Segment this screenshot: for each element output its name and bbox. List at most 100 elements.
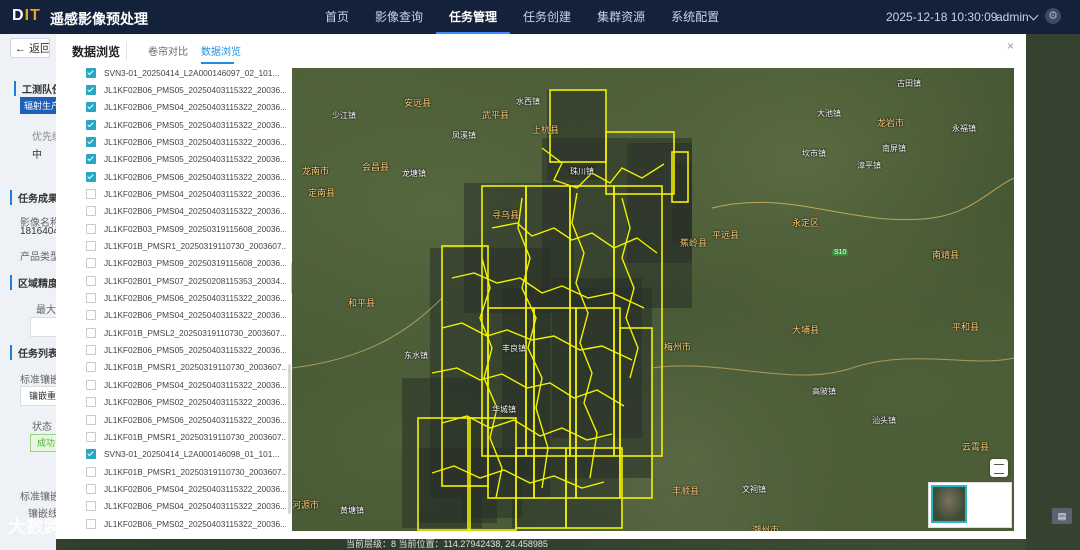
image-checkbox[interactable] bbox=[86, 84, 96, 95]
map-town-label: 高陂镇 bbox=[812, 387, 836, 396]
map-city-label: 平和县 bbox=[952, 322, 980, 332]
image-list-item[interactable]: SVN3-01_20250414_L2A000146098_01_101... bbox=[86, 446, 286, 463]
image-list-item[interactable]: JL1KF01B_PMSR1_20250319110730_2003607... bbox=[86, 359, 286, 376]
image-name-label: JL1KF02B06_PMS04_20250403115322_20036... bbox=[104, 483, 286, 494]
image-name-label: JL1KF02B06_PMS03_20250403115322_20036... bbox=[104, 136, 286, 147]
image-list-item[interactable]: JL1KF02B06_PMS04_20250403115322_20036... bbox=[86, 307, 286, 324]
image-list-item[interactable]: JL1KF02B06_PMS02_20250403115322_20036... bbox=[86, 515, 286, 532]
image-checkbox[interactable] bbox=[86, 67, 96, 78]
image-checkbox[interactable] bbox=[86, 275, 96, 286]
image-list-item[interactable]: JL1KF02B06_PMS02_20250403115322_20036... bbox=[86, 394, 286, 411]
image-checkbox[interactable] bbox=[86, 102, 96, 113]
image-checkbox[interactable] bbox=[86, 466, 96, 477]
image-checkbox[interactable] bbox=[86, 362, 96, 373]
image-checkbox[interactable] bbox=[86, 310, 96, 321]
layers-icon[interactable]: ▤ bbox=[1052, 508, 1072, 524]
image-checkbox[interactable] bbox=[86, 397, 96, 408]
image-list-item[interactable]: JL1KF02B06_PMS04_20250403115322_20036... bbox=[86, 498, 286, 515]
image-list-item[interactable]: JL1KF01B_PMSL2_20250319110730_2003607... bbox=[86, 324, 286, 341]
imagery-tile bbox=[672, 163, 692, 243]
tab-data-browse[interactable]: 数据浏览 bbox=[201, 43, 241, 58]
nav-item-task-create[interactable]: 任务创建 bbox=[510, 0, 584, 34]
image-checkbox[interactable] bbox=[86, 449, 96, 460]
image-name-label: JL1KF02B06_PMS05_20250403115322_20036... bbox=[104, 84, 286, 95]
image-list-item[interactable]: JL1KF02B06_PMS06_20250403115322_20036... bbox=[86, 290, 286, 307]
image-name-label: JL1KF02B06_PMS06_20250403115322_20036... bbox=[104, 293, 286, 304]
close-icon[interactable]: × bbox=[1007, 39, 1014, 53]
map-town-label: 汕头镇 bbox=[872, 416, 896, 425]
image-list-item[interactable]: JL1KF02B06_PMS06_20250403115322_20036... bbox=[86, 168, 286, 185]
mosaic-select[interactable]: 镶嵌重 bbox=[20, 386, 56, 406]
gear-icon[interactable]: ⚙ bbox=[1045, 8, 1061, 24]
list-scrollbar[interactable] bbox=[288, 364, 291, 514]
map-town-label: 龙塘镇 bbox=[402, 169, 426, 178]
map-city-label: 和平县 bbox=[348, 298, 376, 308]
image-checkbox[interactable] bbox=[86, 431, 96, 442]
image-name-label: JL1KF02B06_PMS04_20250403115322_20036... bbox=[104, 379, 286, 390]
chevron-down-icon[interactable] bbox=[1028, 10, 1039, 21]
image-checkbox[interactable] bbox=[86, 518, 96, 529]
main-nav: 首页 影像查询 任务管理 任务创建 集群资源 系统配置 bbox=[312, 0, 732, 34]
image-name-label: JL1KF02B06_PMS05_20250403115322_20036... bbox=[104, 154, 286, 165]
max-value-field[interactable] bbox=[30, 317, 56, 337]
image-list-item[interactable]: JL1KF02B06_PMS06_20250403115322_20036... bbox=[86, 411, 286, 428]
nav-item-system-config[interactable]: 系统配置 bbox=[658, 0, 732, 34]
nav-item-task-management[interactable]: 任务管理 bbox=[436, 0, 511, 34]
image-list-item[interactable]: JL1KF02B01_PMS07_20250208115353_20034... bbox=[86, 272, 286, 289]
image-checkbox[interactable] bbox=[86, 501, 96, 512]
image-list-item[interactable]: JL1KF02B06_PMS03_20250403115322_20036... bbox=[86, 133, 286, 150]
image-checkbox[interactable] bbox=[86, 379, 96, 390]
image-name-label: JL1KF01B_PMSR1_20250319110730_2003607... bbox=[104, 362, 286, 373]
image-checkbox[interactable] bbox=[86, 119, 96, 130]
image-list-item[interactable]: JL1KF01B_PMSR1_20250319110730_2003607... bbox=[86, 428, 286, 445]
nav-item-home[interactable]: 首页 bbox=[312, 0, 362, 34]
image-list-item[interactable]: JL1KF02B06_PMS05_20250403115322_20036... bbox=[86, 81, 286, 98]
image-list-item[interactable]: JL1KF02B06_PMS04_20250403115322_20036... bbox=[86, 203, 286, 220]
image-checkbox[interactable] bbox=[86, 241, 96, 251]
image-checkbox[interactable] bbox=[86, 345, 96, 356]
image-list-item[interactable]: JL1KF02B03_PMS09_20250319115608_20036... bbox=[86, 220, 286, 237]
back-button[interactable]: ← 返回 bbox=[10, 38, 50, 58]
section-region-accuracy: 区域精度 bbox=[10, 275, 56, 290]
image-checkbox[interactable] bbox=[86, 223, 96, 234]
image-checkbox[interactable] bbox=[86, 327, 96, 338]
image-list-item[interactable]: JL1KF02B06_PMS05_20250403115322_20036... bbox=[86, 116, 286, 133]
nav-item-image-query[interactable]: 影像查询 bbox=[362, 0, 436, 34]
watermark-text: 大数跨境 bbox=[8, 517, 80, 537]
image-list-item[interactable]: JL1KF02B06_PMS04_20250403115322_20036... bbox=[86, 480, 286, 497]
nav-item-cluster-resources[interactable]: 集群资源 bbox=[584, 0, 658, 34]
map-viewer[interactable]: 安远县 会昌县 武平县 上杭县 龙岩市 龙南市 定南县 和平县 梅州市 大埔县 平和县 河源市 潮州市 永… bbox=[292, 68, 1014, 531]
layers-icon[interactable] bbox=[990, 459, 1008, 477]
image-checkbox[interactable] bbox=[86, 171, 96, 182]
image-list-item[interactable]: JL1KF02B06_PMS04_20250403115322_20036... bbox=[86, 185, 286, 202]
image-checkbox[interactable] bbox=[86, 154, 96, 165]
image-checkbox[interactable] bbox=[86, 188, 96, 199]
production-tag: 辐射生产 bbox=[20, 97, 56, 114]
image-list-item[interactable]: JL1KF02B06_PMS04_20250403115322_20036... bbox=[86, 376, 286, 393]
image-list-item[interactable]: JL1KF02B06_PMS04_20250403115322_20036... bbox=[86, 99, 286, 116]
image-checkbox[interactable] bbox=[86, 136, 96, 147]
tab-swipe-compare[interactable]: 卷帘对比 bbox=[148, 43, 188, 58]
image-checkbox[interactable] bbox=[86, 206, 96, 217]
image-name-label: JL1KF02B06_PMS05_20250403115322_20036... bbox=[104, 345, 286, 356]
highway-line bbox=[651, 357, 1014, 376]
max-value-label: 最大值 bbox=[36, 305, 56, 316]
team-task-label: 工测队任务 bbox=[14, 81, 56, 96]
image-list-item[interactable]: JL1KF02B06_PMS05_20250403115322_20036... bbox=[86, 342, 286, 359]
image-checkbox[interactable] bbox=[86, 293, 96, 304]
standard-mosaic-label: 标准镶嵌 bbox=[20, 375, 56, 386]
image-checkbox[interactable] bbox=[86, 258, 96, 269]
image-checkbox[interactable] bbox=[86, 483, 96, 494]
image-list-item[interactable]: JL1KF02B06_PMS05_20250403115322_20036... bbox=[86, 151, 286, 168]
overview-map[interactable] bbox=[928, 482, 1012, 528]
user-menu[interactable]: admin bbox=[996, 10, 1029, 24]
product-type-label: 产品类型 bbox=[20, 252, 56, 263]
image-list-item[interactable]: JL1KF01B_PMSR1_20250319110730_2003607... bbox=[86, 238, 286, 255]
image-list-item[interactable]: JL1KF02B03_PMS09_20250319115608_20036... bbox=[86, 255, 286, 272]
image-checkbox[interactable] bbox=[86, 414, 96, 425]
image-list-item[interactable]: SVN3-01_20250414_L2A000146097_02_101... bbox=[86, 64, 286, 81]
image-name-label: SVN3-01_20250414_L2A000146098_01_101... bbox=[104, 449, 280, 460]
image-list-item[interactable]: JL1KF01B_PMSR1_20250319110730_2003607... bbox=[86, 463, 286, 480]
map-city-label: 潮州市 bbox=[752, 525, 780, 531]
map-city-label: 上杭县 bbox=[532, 125, 560, 135]
